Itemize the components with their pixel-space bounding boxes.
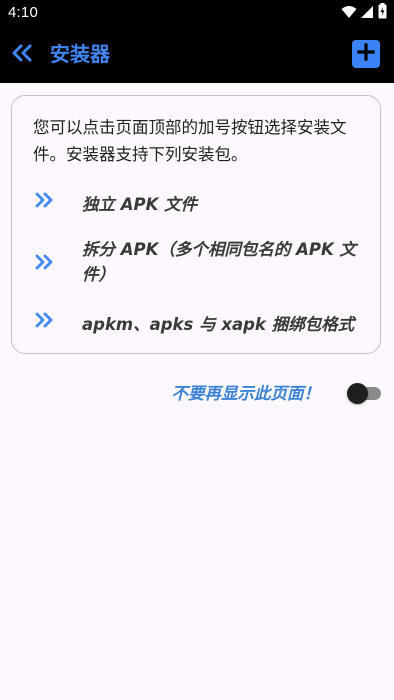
package-type-label: 独立 APK 文件 (82, 195, 198, 214)
page-title: 安装器 (50, 42, 110, 66)
double-chevron-right-icon (33, 190, 55, 210)
package-type-label: 拆分 APK（多个相同包名的 APK 文件） (82, 240, 357, 284)
double-chevron-right-icon (33, 252, 55, 272)
signal-icon (361, 4, 374, 23)
back-button[interactable] (6, 39, 38, 71)
add-button[interactable] (352, 40, 380, 68)
battery-icon (378, 3, 387, 23)
double-chevron-left-icon (10, 43, 34, 67)
info-card: 您可以点击页面顶部的加号按钮选择安装文件。安装器支持下列安装包。 独立 APK … (11, 95, 381, 354)
dont-show-again-label[interactable]: 不要再显示此页面！ (172, 380, 321, 404)
app-bar: 安装器 (0, 26, 394, 83)
toggle-thumb (347, 383, 368, 404)
dont-show-again-toggle[interactable] (347, 383, 381, 404)
intro-text: 您可以点击页面顶部的加号按钮选择安装文件。安装器支持下列安装包。 (33, 118, 347, 164)
add-icon (357, 43, 375, 65)
status-icons (341, 3, 387, 23)
dont-show-again-row: 不要再显示此页面！ (0, 374, 394, 414)
package-type-label: apkm、apks 与 xapk 捆绑包格式 (82, 315, 355, 334)
double-chevron-right-icon (33, 310, 55, 330)
status-time: 4:10 (8, 4, 38, 21)
wifi-icon (341, 4, 357, 23)
status-bar: 4:10 (0, 0, 394, 26)
